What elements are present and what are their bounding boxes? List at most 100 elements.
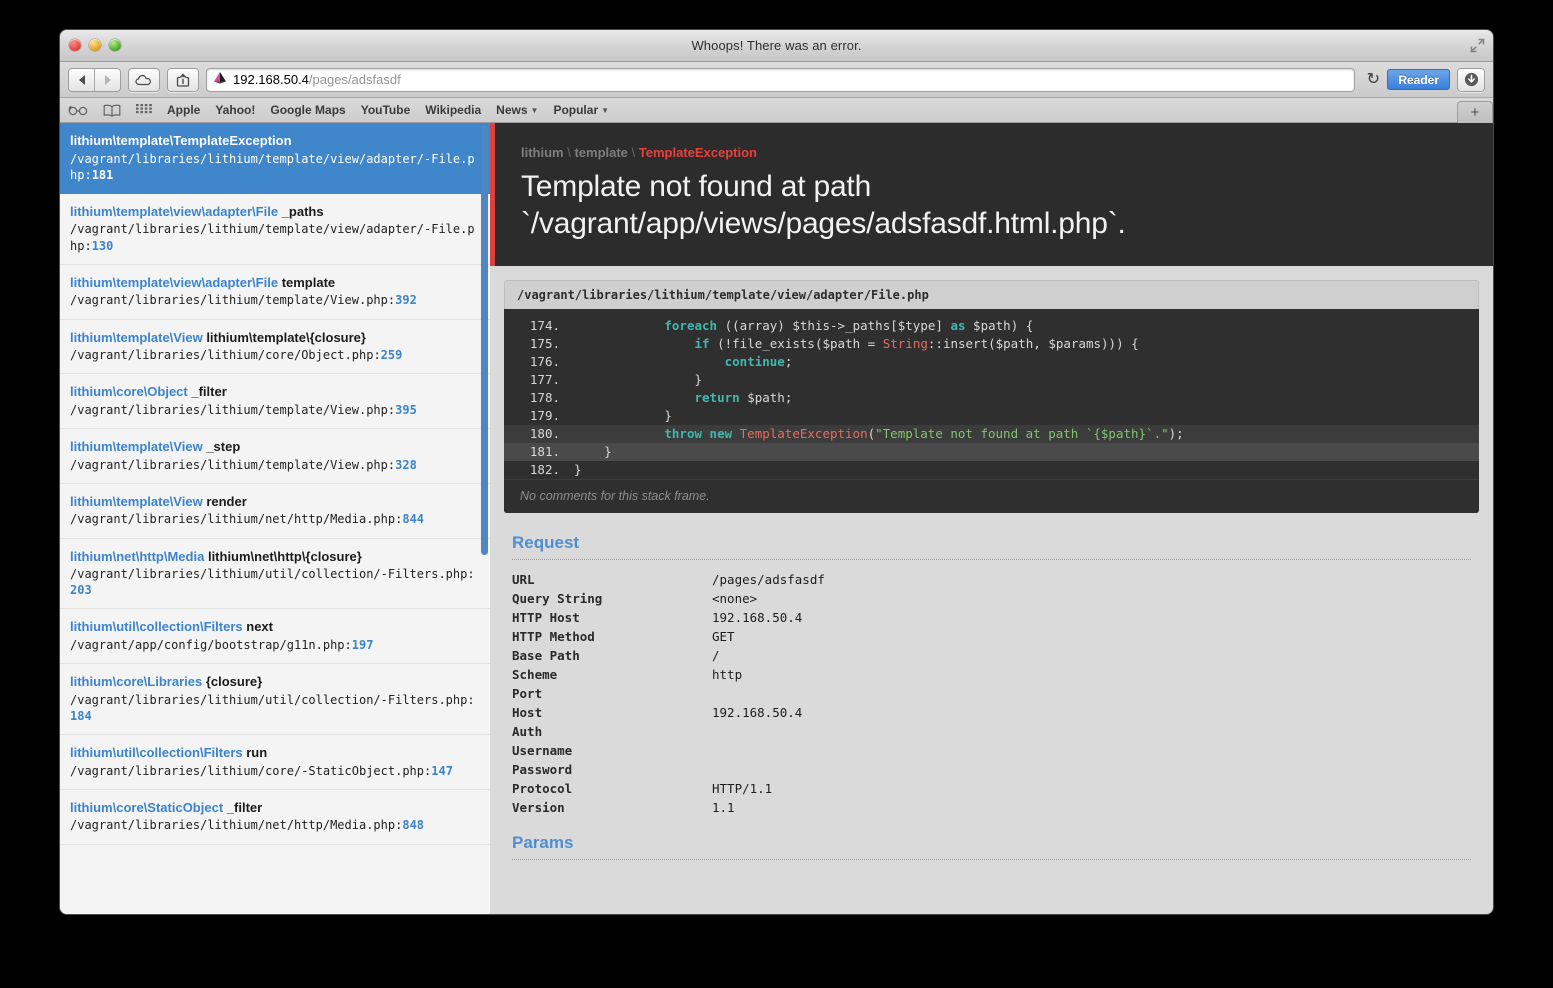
reload-icon: ↻ (1366, 70, 1381, 88)
request-row-key: HTTP Method (512, 629, 595, 645)
downloads-button[interactable] (1457, 67, 1485, 92)
request-row: Username (512, 741, 1471, 760)
stack-frame-line-number: 203 (70, 583, 92, 598)
stack-frame-class: lithium\net\http\Media (70, 548, 205, 564)
stack-frame-line-number: 844 (402, 512, 425, 527)
reading-list-icon[interactable] (68, 105, 88, 116)
close-window-button[interactable] (69, 39, 81, 51)
icloud-tabs-button[interactable] (128, 67, 160, 92)
bookmarks-icon[interactable] (103, 104, 121, 117)
request-row-key: URL (512, 572, 535, 588)
stack-frame-method: lithium\net\http\{closure} (207, 548, 362, 564)
stack-frame-item[interactable]: lithium\util\collection\Filters next/vag… (60, 609, 490, 665)
stack-frame-method: {closure} (205, 674, 263, 690)
stack-frame-file: /vagrant/libraries/lithium/util/collecti… (70, 567, 468, 582)
bookmark-label: Popular (553, 103, 599, 117)
stack-trace-sidebar[interactable]: lithium\template\TemplateException/vagra… (60, 123, 490, 914)
reader-button[interactable]: Reader (1387, 69, 1450, 90)
code-line-number: 181. (529, 444, 560, 460)
request-row-key: Scheme (512, 667, 558, 683)
stack-frame-item[interactable]: lithium\net\http\Media lithium\net\http\… (60, 539, 490, 610)
request-row: Version 1.1 (512, 798, 1471, 817)
section-divider (512, 859, 1471, 861)
request-row-key: Version (512, 800, 565, 816)
stack-frame-signature: lithium\net\http\Media lithium\net\http\… (70, 548, 478, 566)
code-line-source: if (!file_exists($path = String::insert(… (694, 336, 1139, 352)
stack-frame-item[interactable]: lithium\core\Libraries {closure}/vagrant… (60, 664, 490, 736)
window-controls (69, 39, 121, 51)
bookmark-link[interactable]: Google Maps (270, 103, 345, 117)
browser-toolbar: 192.168.50.4/pages/adsfasdf ↻ Reader (60, 62, 1493, 98)
code-lines: 174. foreach ((array) $this->_paths[$typ… (504, 309, 1479, 480)
stack-frame-item[interactable]: lithium\template\View render/vagrant/lib… (60, 484, 490, 539)
bookmark-link[interactable]: News ▼ (496, 103, 538, 117)
bookmarks-bar: Apple Yahoo! Google Maps YouTube Wikipedia Ne… (60, 98, 1493, 123)
stack-frame-line-number: 392 (395, 293, 417, 308)
stack-frame-method: run (246, 745, 268, 761)
stack-frame-item[interactable]: lithium\template\View _step/vagrant/libr… (60, 429, 490, 484)
code-line-number: 182. (529, 462, 560, 478)
bookmark-label: Wikipedia (425, 103, 482, 117)
fullscreen-icon[interactable] (1470, 38, 1485, 53)
code-line-number: 176. (529, 354, 560, 370)
error-message: Template not found at path `/vagrant/app… (521, 169, 1467, 242)
stack-frame-item[interactable]: lithium\template\TemplateException/vagra… (60, 123, 490, 194)
code-line-source: foreach ((array) $this->_paths[$type] as… (664, 318, 1034, 334)
new-tab-button[interactable]: + (1457, 101, 1493, 123)
stack-frame-line-number: 848 (402, 818, 425, 833)
stack-frame-file: /vagrant/libraries/lithium/template/View… (70, 293, 388, 308)
bookmark-link[interactable]: Apple (167, 103, 200, 117)
stack-frame-method: _paths (281, 203, 324, 219)
stack-frame-item[interactable]: lithium\util\collection\Filters run/vagr… (60, 735, 490, 790)
stack-frame-method: _filter (226, 799, 263, 815)
code-line: 174. foreach ((array) $this->_paths[$typ… (504, 317, 1479, 335)
bookmark-link[interactable]: YouTube (361, 103, 411, 117)
back-button[interactable] (69, 69, 94, 91)
top-sites-grid-icon[interactable] (136, 104, 152, 116)
bookmark-link[interactable]: Wikipedia (425, 103, 481, 117)
error-message-line-1: Template not found at path (521, 170, 872, 203)
stack-frame-class: lithium\core\StaticObject (70, 799, 224, 815)
stack-frame-item[interactable]: lithium\core\StaticObject _filter/vagran… (60, 790, 490, 845)
zoom-window-button[interactable] (109, 39, 121, 51)
request-row-key: HTTP Host (512, 610, 580, 626)
stack-frame-item[interactable]: lithium\template\view\adapter\File templ… (60, 265, 490, 320)
request-row: Password (512, 760, 1471, 779)
stack-frame-item[interactable]: lithium\template\view\adapter\File _path… (60, 194, 490, 265)
stack-frame-file: /vagrant/libraries/lithium/net/http/Medi… (70, 818, 396, 833)
bookmark-label: News (496, 103, 528, 117)
reload-button[interactable]: ↻ (1362, 70, 1384, 88)
stack-frame-class: lithium\util\collection\Filters (70, 745, 243, 761)
request-row: Query String <none> (512, 589, 1471, 608)
forward-button[interactable] (94, 68, 120, 91)
stack-frame-method: template (281, 274, 336, 290)
code-line-source: } (694, 372, 703, 388)
bookmark-link[interactable]: Popular ▼ (553, 103, 609, 117)
sidebar-scrollbar[interactable] (481, 125, 488, 555)
code-line-number: 175. (529, 336, 560, 352)
stack-frame-signature: lithium\template\view\adapter\File _path… (70, 203, 478, 221)
breadcrumb-namespace-1: lithium (521, 145, 564, 160)
stack-frame-item[interactable]: lithium\core\Object _filter/vagrant/libr… (60, 374, 490, 430)
browser-window: Whoops! There was an error. 192.168.50.4… (60, 30, 1493, 914)
stack-frame-method: next (246, 619, 273, 635)
breadcrumb-exception-class: TemplateException (638, 145, 757, 160)
code-file-path: /vagrant/libraries/lithium/template/view… (504, 280, 1479, 310)
request-row: Port (512, 684, 1471, 703)
page-content: lithium\template\TemplateException/vagra… (60, 123, 1493, 914)
minimize-window-button[interactable] (89, 39, 101, 51)
bookmark-label: Apple (167, 103, 201, 117)
request-row-key: Host (512, 705, 543, 721)
bookmark-link[interactable]: Yahoo! (215, 103, 255, 117)
code-line-number: 178. (529, 390, 560, 406)
chevron-down-icon: ▼ (601, 105, 610, 115)
stack-frame-method: _filter (191, 384, 227, 400)
address-bar[interactable]: 192.168.50.4/pages/adsfasdf (206, 67, 1356, 92)
request-row: HTTP Host 192.168.50.4 (512, 608, 1471, 627)
stack-frame-line-number: 184 (70, 708, 92, 723)
stack-frame-signature: lithium\core\StaticObject _filter (70, 799, 478, 817)
share-button[interactable] (167, 67, 199, 92)
code-line: 175. if (!file_exists($path = String::in… (504, 335, 1479, 353)
stack-frame-item[interactable]: lithium\template\View lithium\template\{… (60, 320, 490, 375)
code-line-source: throw new TemplateException("Template no… (664, 426, 1184, 442)
